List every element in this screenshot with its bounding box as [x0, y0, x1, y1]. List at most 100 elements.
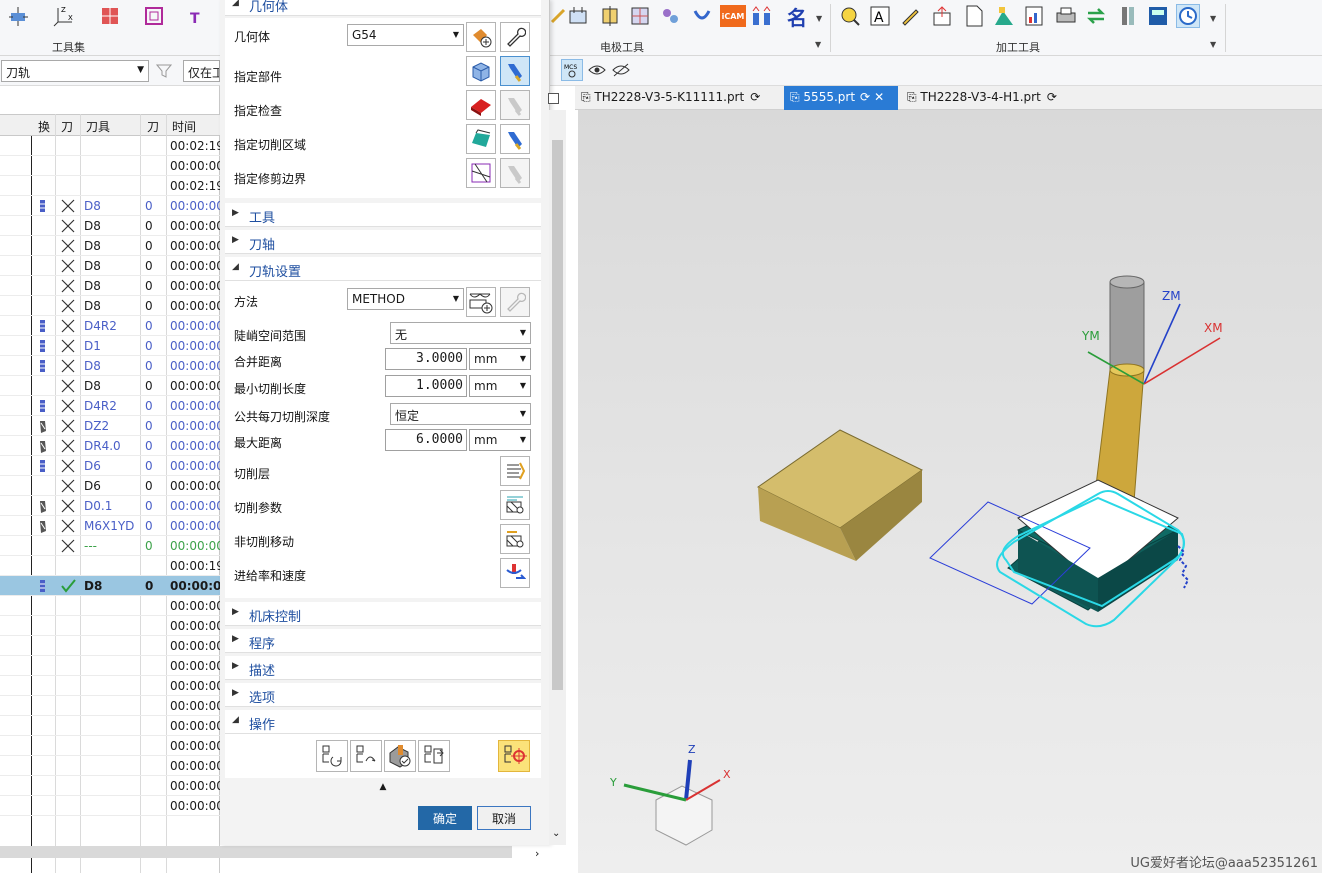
view-triad[interactable]: Z X Y: [609, 743, 731, 846]
steep-range-select[interactable]: 无 ▼: [390, 322, 531, 344]
scroll-down-icon[interactable]: ⌄: [552, 828, 560, 839]
min-cut-length-input[interactable]: 1.0000: [385, 375, 467, 397]
table-row[interactable]: D6 0 00:00:00: [0, 476, 224, 496]
vertical-scrollbar[interactable]: ⌄: [549, 110, 566, 845]
table-row[interactable]: D8 0 00:00:00: [0, 236, 224, 256]
depth-per-cut-select[interactable]: 恒定 ▼: [390, 403, 531, 425]
header-time[interactable]: 时间: [172, 118, 196, 135]
export-icon[interactable]: [930, 4, 954, 28]
clock-icon[interactable]: [1176, 4, 1200, 28]
edit-method-button[interactable]: [500, 287, 530, 317]
hide-icon[interactable]: [612, 62, 630, 81]
new-method-button[interactable]: [466, 287, 496, 317]
table-row[interactable]: 00:00:00: [0, 636, 224, 656]
scroll-right-icon[interactable]: ›: [535, 847, 539, 860]
section-actions[interactable]: ◢ 操作: [225, 710, 541, 734]
list-button[interactable]: [418, 740, 450, 772]
display-part-button[interactable]: [500, 56, 530, 86]
close-icon[interactable]: ✕: [874, 90, 884, 104]
section-path-settings[interactable]: ◢ 刀轨设置: [225, 257, 541, 281]
text-tool-icon[interactable]: T: [188, 4, 212, 28]
select-trim-button[interactable]: [466, 158, 496, 188]
tool-holder-icon[interactable]: [1116, 4, 1140, 28]
feeds-speeds-button[interactable]: [500, 558, 530, 588]
icam-icon[interactable]: iCAM: [720, 4, 746, 28]
cut-levels-button[interactable]: [500, 456, 530, 486]
edit-geometry-button[interactable]: [500, 22, 530, 52]
wcs-icon[interactable]: ZX: [52, 4, 76, 28]
section-tool-axis[interactable]: ▶ 刀轴: [225, 230, 541, 254]
table-row[interactable]: 00:00:00: [0, 156, 224, 176]
table-row[interactable]: 00:00:00: [0, 776, 224, 796]
merge-distance-unit-select[interactable]: mm ▼: [469, 348, 531, 370]
max-distance-input[interactable]: 6.0000: [385, 429, 467, 451]
section-machine-control[interactable]: ▶ 机床控制: [225, 602, 541, 626]
electrode-more-icon[interactable]: ▼: [816, 14, 822, 23]
non-cutting-moves-button[interactable]: [500, 524, 530, 554]
table-row[interactable]: D8 0 00:00:00: [0, 376, 224, 396]
scope-filter-select[interactable]: 仅在工: [183, 60, 220, 82]
select-check-button[interactable]: [466, 90, 496, 120]
show-icon[interactable]: [588, 62, 606, 81]
collapse-dialog-icon[interactable]: ▲: [225, 782, 541, 796]
electrode-grid-icon[interactable]: [628, 4, 652, 28]
display-check-button[interactable]: [500, 90, 530, 120]
geometry-select[interactable]: G54 ▼: [347, 24, 464, 46]
electrode-robot-icon[interactable]: [658, 4, 682, 28]
generate-button[interactable]: [316, 740, 348, 772]
cutting-tool[interactable]: [1093, 275, 1145, 503]
document-icon[interactable]: [962, 4, 986, 28]
table-row[interactable]: D4R2 0 00:00:00: [0, 316, 224, 336]
table-row[interactable]: 00:00:00: [0, 736, 224, 756]
mcs-icon[interactable]: MCS: [561, 59, 583, 81]
display-cut-area-button[interactable]: [500, 124, 530, 154]
table-row[interactable]: D8 0 00:00:00: [0, 276, 224, 296]
origin-icon[interactable]: [98, 4, 122, 28]
table-row[interactable]: DZ2 0 00:00:00: [0, 416, 224, 436]
electrode-group-dropdown-icon[interactable]: ▼: [815, 40, 821, 49]
section-description[interactable]: ▶ 描述: [225, 656, 541, 680]
table-row[interactable]: D8 0 00:00:07: [0, 576, 230, 596]
tab-file-3[interactable]: ⎘ TH2228-V3-4-H1.prt ⟳: [901, 86, 1091, 110]
table-row[interactable]: 00:00:00: [0, 756, 224, 776]
tab-file-2[interactable]: ⎘ 5555.prt ⟳ ✕: [784, 86, 898, 110]
move-part-icon[interactable]: [6, 4, 30, 28]
header-path[interactable]: 刀: [61, 118, 73, 135]
table-row[interactable]: D8 0 00:00:00: [0, 296, 224, 316]
table-row[interactable]: D8 0 00:00:00: [0, 256, 224, 276]
report-icon[interactable]: [1022, 4, 1046, 28]
section-geometry[interactable]: ◢ 几何体: [225, 0, 541, 16]
table-row[interactable]: 00:02:19: [0, 176, 224, 196]
new-geometry-button[interactable]: [466, 22, 496, 52]
table-row[interactable]: 00:00:00: [0, 716, 224, 736]
electrode-curve-icon[interactable]: [690, 4, 714, 28]
graphics-viewport[interactable]: ZM XM YM Z X Y UG爱好者论坛@aaa52351261: [578, 110, 1322, 873]
cut-params-button[interactable]: [500, 490, 530, 520]
table-row[interactable]: 00:00:00: [0, 796, 224, 816]
inspect-icon[interactable]: [838, 4, 862, 28]
horizontal-scrollbar[interactable]: [0, 846, 512, 858]
confirm-tool-button[interactable]: [498, 740, 530, 772]
printer-icon[interactable]: [1054, 4, 1078, 28]
machining-more-icon[interactable]: ▼: [1210, 14, 1216, 23]
table-row[interactable]: 00:00:00: [0, 616, 224, 636]
section-tool[interactable]: ▶ 工具: [225, 203, 541, 227]
naming-icon[interactable]: 名: [785, 4, 809, 30]
type-filter-select[interactable]: 刀轨 ▼: [1, 60, 149, 82]
annotation-icon[interactable]: A: [868, 4, 892, 28]
table-row[interactable]: 00:00:00: [0, 676, 224, 696]
min-cut-length-unit-select[interactable]: mm ▼: [469, 375, 531, 397]
tab-file-1[interactable]: ⎘ TH2228-V3-5-K11111.prt ⟳: [575, 86, 780, 110]
verify-button[interactable]: [384, 740, 416, 772]
table-row[interactable]: 00:00:19: [0, 556, 224, 576]
select-cut-area-button[interactable]: [466, 124, 496, 154]
cancel-button[interactable]: 取消: [477, 806, 531, 830]
table-row[interactable]: D8 0 00:00:00: [0, 196, 224, 216]
table-row[interactable]: D8 0 00:00:00: [0, 356, 224, 376]
header-tool-number[interactable]: 刀: [147, 118, 159, 135]
merge-distance-input[interactable]: 3.0000: [385, 348, 467, 370]
swap-icon[interactable]: [1084, 4, 1108, 28]
stock-block[interactable]: [757, 429, 923, 561]
header-tool[interactable]: 刀具: [86, 118, 110, 135]
filter-icon[interactable]: [155, 63, 173, 82]
